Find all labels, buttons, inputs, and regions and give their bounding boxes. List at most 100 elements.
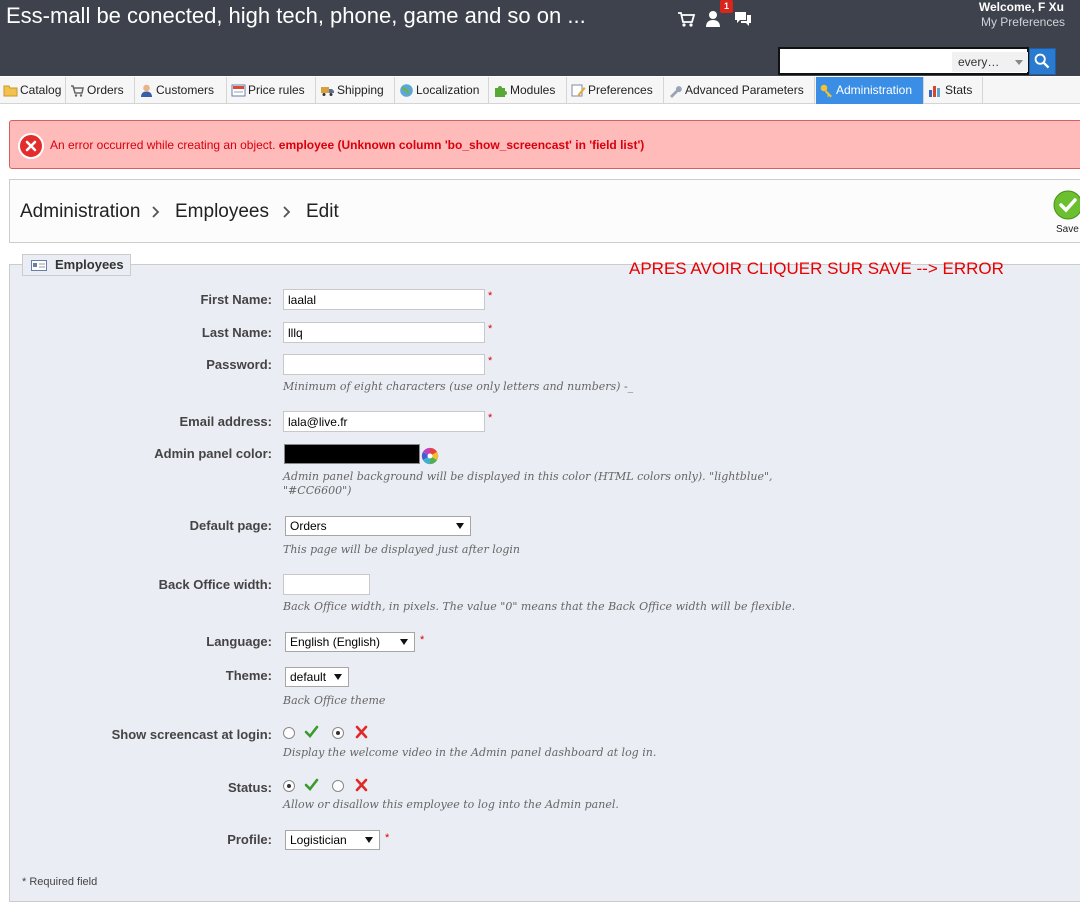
- menu-item-advanced-parameters[interactable]: Advanced Parameters: [665, 77, 815, 104]
- menu-item-preferences[interactable]: Preferences: [568, 77, 664, 104]
- search-button[interactable]: [1029, 48, 1056, 75]
- error-summary: An error occurred while creating an obje…: [50, 138, 276, 152]
- chevron-down-icon: [1015, 60, 1023, 65]
- email-input[interactable]: [283, 411, 485, 432]
- menu-item-localization[interactable]: Localization: [396, 77, 489, 104]
- globe-icon: [400, 84, 413, 97]
- last-name-input[interactable]: [283, 322, 485, 343]
- messages-icon[interactable]: [733, 9, 753, 29]
- search-input[interactable]: [782, 51, 948, 71]
- cart-icon[interactable]: [676, 9, 696, 29]
- error-alert: An error occurred while creating an obje…: [9, 120, 1080, 169]
- save-button-label[interactable]: Save: [1056, 224, 1079, 235]
- theme-select[interactable]: default: [285, 667, 349, 687]
- screencast-hint: Display the welcome video in the Admin p…: [283, 746, 657, 759]
- bo-width-input[interactable]: [283, 574, 370, 595]
- breadcrumb-employees[interactable]: Employees: [175, 201, 269, 223]
- language-select[interactable]: English (English): [285, 632, 415, 652]
- bo-width-hint: Back Office width, in pixels. The value …: [283, 600, 796, 613]
- user-annotation: APRES AVOIR CLIQUER SUR SAVE --> ERROR: [629, 259, 1004, 278]
- required-mark: *: [488, 323, 493, 335]
- profile-label: Profile:: [227, 832, 272, 847]
- error-message: An error occurred while creating an obje…: [50, 138, 644, 152]
- required-mark: *: [488, 412, 493, 424]
- menu-item-modules[interactable]: Modules: [490, 77, 567, 104]
- customer-icon: [141, 84, 152, 97]
- search-box: every…: [778, 47, 1029, 75]
- required-mark: *: [420, 634, 425, 646]
- theme-hint: Back Office theme: [283, 694, 386, 707]
- bar-chart-icon: [929, 86, 940, 97]
- welcome-text: Welcome, F Xu: [978, 0, 1064, 14]
- language-value: English (English): [290, 635, 381, 649]
- cross-icon: [355, 725, 368, 739]
- price-rules-icon: [231, 84, 246, 97]
- screencast-no-radio[interactable]: [332, 727, 344, 739]
- preferences-icon: [571, 84, 586, 97]
- first-name-input[interactable]: [283, 289, 485, 310]
- default-page-value: Orders: [290, 519, 327, 533]
- page-toolbar: Administration Employees Edit Save: [9, 179, 1080, 243]
- status-yes-radio[interactable]: [283, 780, 295, 792]
- search-icon: [1034, 53, 1050, 69]
- my-preferences-link[interactable]: My Preferences: [981, 15, 1065, 29]
- language-label: Language:: [206, 634, 272, 649]
- default-page-select[interactable]: Orders: [285, 516, 471, 536]
- menu-item-stats[interactable]: Stats: [925, 77, 983, 104]
- required-mark: *: [488, 355, 493, 367]
- required-mark: *: [488, 290, 493, 302]
- status-hint: Allow or disallow this employee to log i…: [283, 798, 619, 811]
- truck-icon: [321, 87, 334, 96]
- breadcrumb-edit: Edit: [306, 201, 339, 222]
- chevron-right-icon: [152, 206, 160, 218]
- admin-color-hint-line1: Admin panel background will be displayed…: [283, 470, 773, 483]
- wrench-icon: [670, 86, 682, 98]
- status-no-radio[interactable]: [332, 780, 344, 792]
- password-hint: Minimum of eight characters (use only le…: [283, 380, 634, 393]
- menu-item-customers[interactable]: Customers: [136, 77, 227, 104]
- menu-item-orders[interactable]: Orders: [67, 77, 135, 104]
- last-name-label: Last Name:: [201, 325, 272, 340]
- chevron-down-icon: [400, 639, 408, 645]
- theme-label: Theme:: [225, 668, 272, 683]
- shop-title: Ess-mall be conected, high tech, phone, …: [6, 3, 586, 28]
- default-page-hint: This page will be displayed just after l…: [283, 543, 520, 556]
- id-card-icon: [31, 260, 47, 271]
- menu-item-administration[interactable]: Administration: [816, 77, 924, 104]
- breadcrumb-administration[interactable]: Administration: [20, 201, 140, 223]
- search-scope-select[interactable]: every…: [952, 52, 1028, 72]
- screencast-label: Show screencast at login:: [111, 727, 272, 742]
- save-icon[interactable]: [1053, 190, 1080, 220]
- theme-value: default: [290, 670, 327, 684]
- error-detail: employee (Unknown column 'bo_show_screen…: [278, 138, 645, 152]
- required-mark: *: [385, 832, 390, 844]
- color-picker-icon[interactable]: [421, 447, 439, 465]
- error-icon: [18, 133, 44, 159]
- cart-icon: [71, 85, 84, 97]
- puzzle-icon: [495, 86, 507, 97]
- profile-select[interactable]: Logistician: [285, 830, 380, 850]
- chevron-right-icon: [283, 206, 291, 218]
- required-field-note: * Required field: [22, 876, 98, 888]
- chevron-down-icon: [334, 674, 342, 680]
- check-icon: [304, 778, 319, 791]
- menu-item-price-rules[interactable]: Price rules: [228, 77, 316, 104]
- bo-width-label: Back Office width:: [158, 577, 272, 592]
- password-label: Password:: [206, 357, 272, 372]
- cross-icon: [355, 778, 368, 792]
- admin-color-hint-line2: "#CC6600"): [283, 484, 352, 497]
- search-scope-label: every…: [958, 55, 1000, 69]
- status-label: Status:: [227, 780, 272, 795]
- form-legend: Employees: [22, 254, 131, 276]
- menu-item-catalog[interactable]: Catalog: [0, 77, 66, 104]
- email-label: Email address:: [179, 414, 273, 429]
- screencast-yes-radio[interactable]: [283, 727, 295, 739]
- menu-item-shipping[interactable]: Shipping: [317, 77, 395, 104]
- check-icon: [304, 725, 319, 738]
- admin-color-label: Admin panel color:: [154, 446, 272, 461]
- password-input[interactable]: [283, 354, 485, 375]
- main-menu: Catalog Orders Customers Price rules Shi…: [0, 77, 1080, 104]
- key-icon: [820, 84, 832, 98]
- admin-color-input[interactable]: [284, 444, 420, 464]
- top-header: Ess-mall be conected, high tech, phone, …: [0, 0, 1080, 76]
